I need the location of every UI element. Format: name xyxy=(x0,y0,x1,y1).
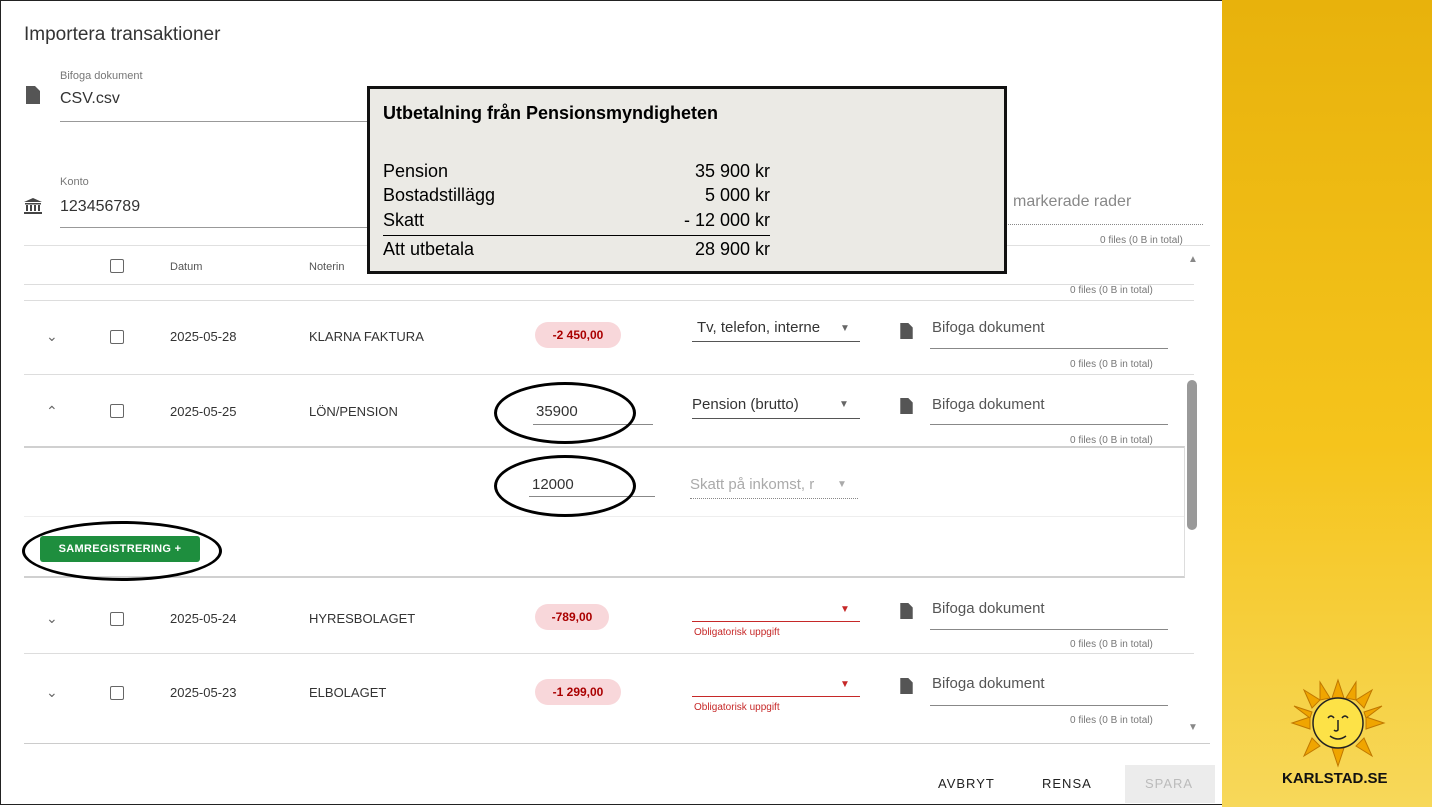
row-note: KLARNA FAKTURA xyxy=(309,329,424,344)
row-amount[interactable]: -1 299,00 xyxy=(535,679,621,705)
row-date: 2025-05-25 xyxy=(170,404,237,419)
dialog-title: Importera transaktioner xyxy=(24,24,221,45)
category-select-error[interactable] xyxy=(692,696,860,697)
category-select-error[interactable] xyxy=(692,621,860,622)
required-error-text: Obligatorisk uppgift xyxy=(694,627,780,638)
popup-row-label: Bostadstillägg xyxy=(383,185,496,205)
row-amount[interactable]: -789,00 xyxy=(535,604,609,630)
dropdown-caret-icon[interactable]: ▼ xyxy=(840,604,850,615)
category-underline xyxy=(692,418,860,419)
files-text: 0 files (0 B in total) xyxy=(1070,285,1153,296)
files-text: 0 files (0 B in total) xyxy=(1070,715,1153,726)
account-select[interactable]: 123456789 xyxy=(60,198,140,216)
row-divider xyxy=(24,653,1194,654)
select-all-checkbox[interactable] xyxy=(110,259,124,273)
marked-rows-underline xyxy=(1008,224,1203,225)
highlight-oval-amount xyxy=(494,382,636,444)
attach-underline xyxy=(60,121,367,122)
split-category-select[interactable]: Skatt på inkomst, r xyxy=(690,476,814,493)
files-text: 0 files (0 B in total) xyxy=(1070,639,1153,650)
row-date: 2025-05-28 xyxy=(170,329,237,344)
bank-icon xyxy=(24,198,42,214)
row-divider xyxy=(24,516,1184,517)
chevron-down-icon[interactable]: ⌄ xyxy=(46,328,58,345)
attach-document-input[interactable]: Bifoga dokument xyxy=(932,396,1045,413)
file-icon xyxy=(900,678,913,694)
scroll-down-arrow-icon[interactable]: ▼ xyxy=(1188,722,1198,733)
popup-row-label: Att utbetala xyxy=(383,239,475,259)
cancel-button[interactable]: AVBRYT xyxy=(938,776,995,791)
popup-title: Utbetalning från Pensionsmyndigheten xyxy=(383,103,719,123)
attach-underline xyxy=(930,348,1168,349)
chevron-down-icon[interactable]: ⌄ xyxy=(46,610,58,627)
popup-row-value: - 12 000 kr xyxy=(683,210,770,230)
row-category-select[interactable]: Tv, telefon, interne xyxy=(697,319,820,336)
row-note: ELBOLAGET xyxy=(309,685,387,700)
row-date: 2025-05-23 xyxy=(170,685,237,700)
save-button[interactable]: SPARA xyxy=(1145,776,1193,791)
files-text: 0 files (0 B in total) xyxy=(1070,435,1153,446)
payment-info-popup: Utbetalning från Pensionsmyndigheten Pen… xyxy=(367,86,1007,274)
clear-button[interactable]: RENSA xyxy=(1042,776,1092,791)
row-category-select[interactable]: Pension (brutto) xyxy=(692,396,799,413)
row-divider xyxy=(24,300,1194,301)
popup-row-label: Skatt xyxy=(383,210,425,230)
chevron-up-icon[interactable]: ⌃ xyxy=(46,403,58,420)
attach-document-input[interactable]: Bifoga dokument xyxy=(932,675,1045,692)
popup-sum-line xyxy=(383,235,770,236)
file-icon xyxy=(900,323,913,339)
popup-row-value: 5 000 kr xyxy=(704,185,770,205)
chevron-down-icon[interactable]: ⌄ xyxy=(46,684,58,701)
row-checkbox[interactable] xyxy=(110,612,124,626)
row-divider xyxy=(24,374,1194,375)
account-underline xyxy=(60,227,367,228)
highlight-oval-split-amount xyxy=(494,455,636,517)
attach-input[interactable]: CSV.csv xyxy=(60,90,120,108)
attach-label: Bifoga dokument xyxy=(60,70,143,82)
required-error-text: Obligatorisk uppgift xyxy=(694,702,780,713)
attach-underline xyxy=(930,705,1168,706)
row-divider xyxy=(24,284,1194,285)
brand-name: KARLSTAD.SE xyxy=(1282,770,1388,787)
row-note: LÖN/PENSION xyxy=(309,404,398,419)
dropdown-caret-icon[interactable]: ▼ xyxy=(840,323,850,334)
account-label: Konto xyxy=(60,176,89,188)
attach-document-input[interactable]: Bifoga dokument xyxy=(932,319,1045,336)
attach-document-input[interactable]: Bifoga dokument xyxy=(932,600,1045,617)
attach-underline xyxy=(930,424,1168,425)
files-text: 0 files (0 B in total) xyxy=(1070,359,1153,370)
file-icon xyxy=(900,398,913,414)
row-amount[interactable]: -2 450,00 xyxy=(535,322,621,348)
popup-row-value: 28 900 kr xyxy=(694,239,770,259)
marked-rows-input[interactable]: markerade rader xyxy=(1013,193,1131,211)
row-checkbox[interactable] xyxy=(110,404,124,418)
split-category-underline xyxy=(690,498,858,499)
scroll-up-arrow-icon[interactable]: ▲ xyxy=(1188,254,1198,265)
highlight-oval-button xyxy=(22,521,222,581)
popup-row-label: Pension xyxy=(383,161,449,181)
dropdown-caret-icon[interactable]: ▼ xyxy=(840,679,850,690)
category-underline xyxy=(692,341,860,342)
sun-logo-icon xyxy=(1290,678,1386,768)
popup-row-value: 35 900 kr xyxy=(694,161,770,181)
dropdown-caret-icon[interactable]: ▼ xyxy=(837,479,847,490)
row-checkbox[interactable] xyxy=(110,686,124,700)
row-note: HYRESBOLAGET xyxy=(309,611,416,626)
row-date: 2025-05-24 xyxy=(170,611,237,626)
row-checkbox[interactable] xyxy=(110,330,124,344)
header-note: Noterin xyxy=(309,261,345,273)
header-date: Datum xyxy=(170,261,203,273)
file-icon xyxy=(900,603,913,619)
attach-underline xyxy=(930,629,1168,630)
scrollbar-thumb[interactable] xyxy=(1187,380,1197,530)
dropdown-caret-icon[interactable]: ▼ xyxy=(839,399,849,410)
file-icon xyxy=(26,86,40,104)
